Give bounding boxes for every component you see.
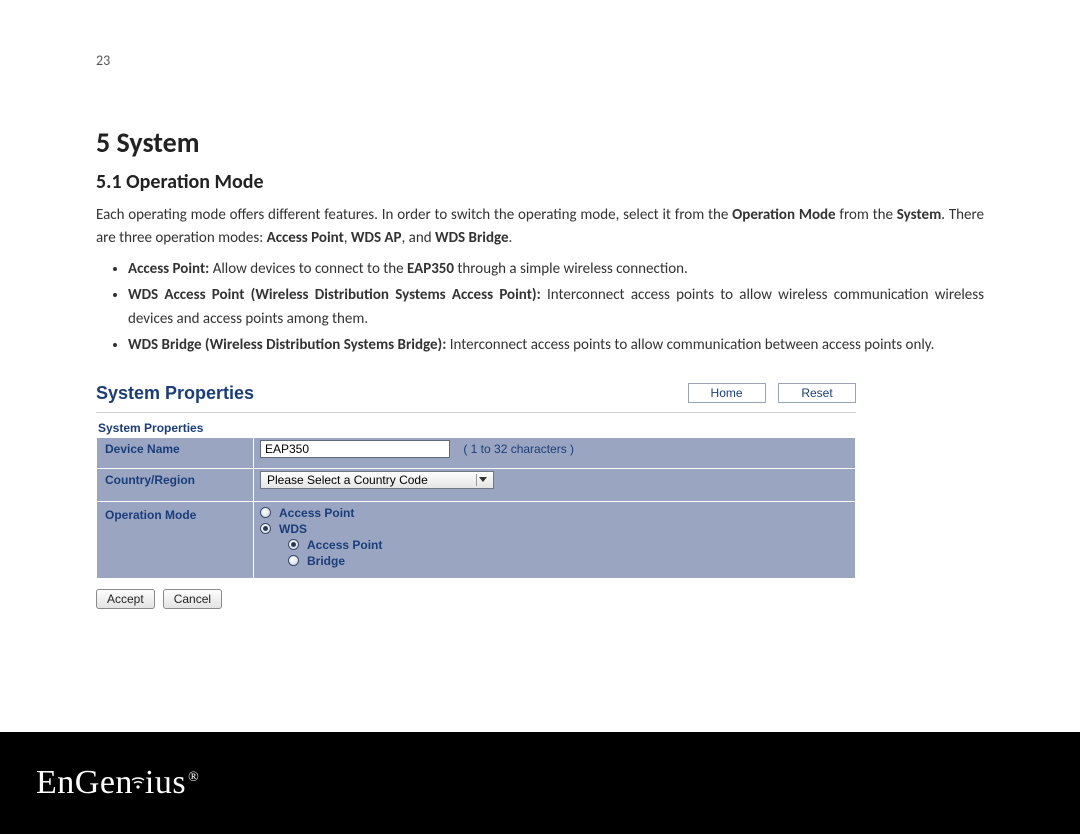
footer: EnGen ius® — [0, 732, 1080, 834]
country-select[interactable]: Please Select a Country Code — [260, 471, 494, 489]
bullet-access-point: Access Point: Allow devices to connect t… — [128, 257, 984, 281]
panel-subhead: System Properties — [98, 421, 856, 435]
radio-access-point-label: Access Point — [279, 506, 354, 520]
device-name-hint: ( 1 to 32 characters ) — [463, 442, 574, 456]
radio-wds-bridge-label: Bridge — [307, 554, 345, 568]
row-country: Country/Region Please Select a Country C… — [97, 468, 856, 501]
country-select-value: Please Select a Country Code — [267, 473, 428, 487]
heading-operation-mode: 5.1 Operation Mode — [96, 170, 984, 194]
system-properties-table: Device Name ( 1 to 32 characters ) Count… — [96, 437, 856, 579]
home-link[interactable]: Home — [688, 383, 766, 403]
system-properties-panel: System Properties Home Reset System Prop… — [96, 381, 856, 609]
page-number: 23 — [96, 52, 984, 69]
row-operation-mode: Operation Mode Access Point WDS — [97, 501, 856, 578]
reset-link[interactable]: Reset — [778, 383, 856, 403]
registered-icon: ® — [188, 770, 199, 785]
mode-bullet-list: Access Point: Allow devices to connect t… — [96, 257, 984, 357]
wifi-icon — [131, 762, 145, 800]
brand-text-en: EnGen — [36, 764, 133, 801]
radio-wds-access-point[interactable] — [288, 539, 299, 550]
bullet-wds-ap: WDS Access Point (Wireless Distribution … — [128, 283, 984, 331]
device-name-label: Device Name — [97, 437, 254, 468]
brand-text-ius: ius — [145, 764, 186, 801]
row-device-name: Device Name ( 1 to 32 characters ) — [97, 437, 856, 468]
cancel-button[interactable]: Cancel — [163, 589, 222, 609]
brand-logo: EnGen ius® — [36, 764, 199, 802]
radio-access-point[interactable] — [260, 507, 271, 518]
device-name-input[interactable] — [260, 440, 450, 458]
radio-wds[interactable] — [260, 523, 271, 534]
panel-title: System Properties — [96, 383, 254, 404]
bullet-wds-bridge: WDS Bridge (Wireless Distribution System… — [128, 333, 984, 357]
chevron-down-icon — [476, 474, 489, 486]
country-label: Country/Region — [97, 468, 254, 501]
radio-wds-bridge[interactable] — [288, 555, 299, 566]
operation-mode-label: Operation Mode — [97, 501, 254, 578]
radio-wds-label: WDS — [279, 522, 307, 536]
intro-paragraph: Each operating mode offers different fea… — [96, 204, 984, 251]
accept-button[interactable]: Accept — [96, 589, 155, 609]
radio-wds-access-point-label: Access Point — [307, 538, 382, 552]
heading-system: 5 System — [96, 125, 984, 160]
